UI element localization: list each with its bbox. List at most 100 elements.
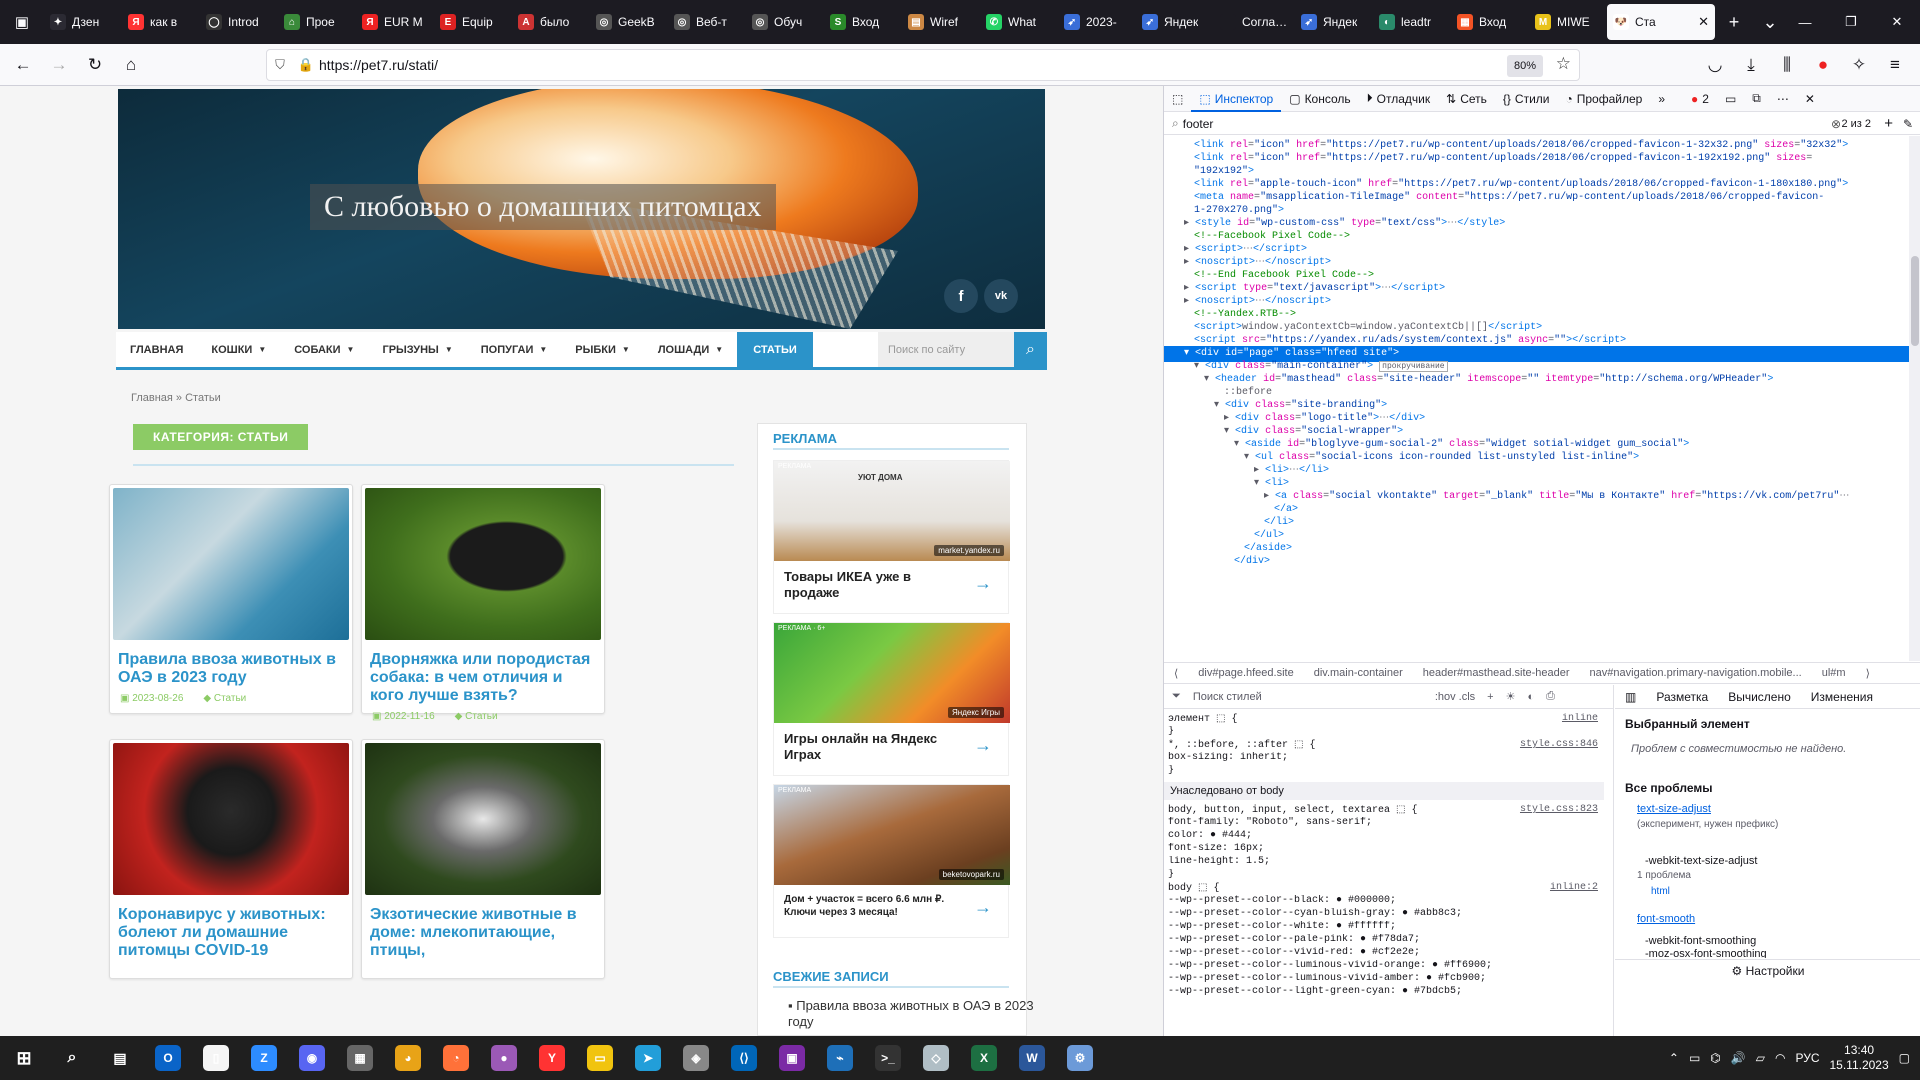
article-card[interactable]: Правила ввоза животных в ОАЭ в 2023 году… bbox=[109, 484, 353, 714]
close-icon[interactable]: ✕ bbox=[1874, 0, 1920, 44]
css-rule-line[interactable]: font-family: "Roboto", sans-serif; bbox=[1168, 817, 1598, 831]
taskbar-app-icon[interactable]: ⌁ bbox=[816, 1036, 864, 1080]
article-title[interactable]: Коронавирус у животных: болеют ли домашн… bbox=[110, 898, 352, 960]
print-icon[interactable]: ⎙ bbox=[1546, 690, 1555, 703]
taskbar-app-icon[interactable]: ⟨⟩ bbox=[720, 1036, 768, 1080]
menu-icon[interactable]: ≡ bbox=[1880, 50, 1910, 80]
browser-tab[interactable]: ◯ Introd bbox=[200, 4, 277, 40]
restore-icon[interactable]: ❐ bbox=[1828, 0, 1874, 44]
taskbar-app-icon[interactable]: ➤ bbox=[624, 1036, 672, 1080]
css-text[interactable]: color: ● #444; bbox=[1168, 830, 1252, 841]
url-text[interactable]: https://pet7.ru/stati/ bbox=[319, 57, 438, 73]
minimize-icon[interactable]: — bbox=[1782, 0, 1828, 44]
pseudo-class-toggles[interactable]: :hov .cls bbox=[1435, 691, 1475, 703]
arrow-right-icon[interactable]: → bbox=[974, 573, 992, 594]
article-title[interactable]: Правила ввоза животных в ОАЭ в 2023 году bbox=[110, 643, 352, 687]
css-rule-line[interactable]: box-sizing: inherit; bbox=[1168, 752, 1598, 766]
sidebar-tab[interactable]: Вычислено bbox=[1718, 690, 1801, 704]
notifications-icon[interactable]: ▢ bbox=[1899, 1051, 1910, 1065]
article-category[interactable]: ◆ Статьи bbox=[203, 693, 246, 704]
devtools-tab[interactable]: ⬚ Инспектор bbox=[1191, 86, 1281, 112]
menu-item[interactable]: ПОПУГАИ ▼ bbox=[467, 332, 562, 367]
browser-tab[interactable]: ◎ Веб-т bbox=[668, 4, 745, 40]
menu-item[interactable]: РЫБКИ ▼ bbox=[561, 332, 644, 367]
css-text[interactable]: font-family: "Roboto", sans-serif; bbox=[1168, 817, 1372, 828]
yandex-extension-icon[interactable]: ● bbox=[1808, 50, 1838, 80]
settings-button[interactable]: ⚙ Настройки bbox=[1615, 959, 1920, 981]
css-rule-line[interactable]: --wp--preset--color--light-green-cyan: ●… bbox=[1168, 986, 1598, 1000]
home-button[interactable]: ⌂ bbox=[116, 50, 146, 80]
rule-source-link[interactable]: style.css:846 bbox=[1520, 739, 1598, 750]
rule-source-link[interactable]: inline bbox=[1562, 713, 1598, 724]
browser-tab[interactable]: ➶ Яндек bbox=[1295, 4, 1372, 40]
menu-item-active[interactable]: СТАТЬИ bbox=[737, 332, 813, 367]
styles-filter-input[interactable]: Поиск стилей bbox=[1193, 691, 1423, 703]
all-issues-heading[interactable]: Все проблемы bbox=[1625, 781, 1712, 795]
browser-tab[interactable]: Абыло bbox=[512, 4, 589, 40]
forward-button[interactable]: → bbox=[44, 50, 74, 80]
wifi-icon[interactable]: ◠ bbox=[1775, 1051, 1785, 1065]
css-text[interactable]: элемент ⬚ { bbox=[1168, 714, 1237, 725]
eyedropper-icon[interactable]: ✎ bbox=[1903, 117, 1913, 131]
taskbar-app-icon[interactable]: ▣ bbox=[768, 1036, 816, 1080]
browser-tab[interactable]: M MIWE bbox=[1529, 4, 1606, 40]
browser-tab[interactable]: S Вход bbox=[824, 4, 901, 40]
issue-count[interactable]: 1 проблема bbox=[1637, 870, 1691, 881]
tray-app-icon[interactable]: ▭ bbox=[1689, 1051, 1700, 1065]
css-text[interactable]: --wp--preset--color--luminous-vivid-oran… bbox=[1168, 960, 1492, 971]
css-rule-line[interactable]: } bbox=[1168, 726, 1598, 740]
address-bar[interactable]: ⛉ 🔒 https://pet7.ru/stati/ 80% ☆ bbox=[266, 49, 1580, 81]
css-text[interactable]: font-size: 16px; bbox=[1168, 843, 1264, 854]
vk-icon[interactable]: vk bbox=[984, 279, 1018, 313]
error-count-badge[interactable]: ● 2 bbox=[1683, 86, 1717, 112]
close-tab-icon[interactable]: ✕ bbox=[1698, 14, 1709, 30]
css-text[interactable]: body ⬚ { bbox=[1168, 883, 1219, 894]
css-rule-line[interactable]: --wp--preset--color--pale-pink: ● #f78da… bbox=[1168, 934, 1598, 948]
browser-tab[interactable]: ▤ Wiref bbox=[902, 4, 979, 40]
taskbar-app-icon[interactable]: ◇ bbox=[912, 1036, 960, 1080]
article-thumbnail[interactable] bbox=[113, 743, 349, 895]
css-text[interactable]: --wp--preset--color--luminous-vivid-ambe… bbox=[1168, 973, 1486, 984]
layout-panel-icon[interactable]: ▥ bbox=[1615, 690, 1646, 704]
css-text[interactable]: } bbox=[1168, 765, 1174, 776]
recent-post-link[interactable]: ▪ Правила ввоза животных в ОАЭ в 2023 го… bbox=[788, 998, 1038, 1030]
reload-button[interactable]: ↻ bbox=[80, 50, 110, 80]
article-thumbnail[interactable] bbox=[365, 743, 601, 895]
article-title[interactable]: Дворняжка или породистая собака: в чем о… bbox=[362, 643, 604, 705]
scrollbar-thumb[interactable] bbox=[1911, 256, 1919, 346]
devtools-tab[interactable]: {} Стили bbox=[1495, 86, 1558, 112]
recent-post-title[interactable]: Правила ввоза животных в ОАЭ в 2023 году bbox=[788, 998, 1034, 1029]
dark-theme-icon[interactable]: ◐ bbox=[1527, 691, 1534, 703]
css-rule-line[interactable]: --wp--preset--color--luminous-vivid-ambe… bbox=[1168, 973, 1598, 987]
browser-tab[interactable]: ◎ GeekB bbox=[590, 4, 667, 40]
css-text[interactable]: body, button, input, select, textarea ⬚ … bbox=[1168, 805, 1418, 816]
search-button[interactable]: ⌕ bbox=[1014, 332, 1047, 367]
css-rule-line[interactable]: элемент ⬚ { inline bbox=[1168, 713, 1598, 727]
taskbar-app-icon[interactable]: ◔ bbox=[432, 1036, 480, 1080]
start-button[interactable]: ⊞ bbox=[0, 1036, 48, 1080]
browser-tab[interactable]: ◎ Обуч bbox=[746, 4, 823, 40]
bookmark-star-icon[interactable]: ☆ bbox=[1556, 54, 1571, 74]
css-text[interactable]: *, ::before, ::after ⬚ { bbox=[1168, 740, 1315, 751]
css-rule-line[interactable]: --wp--preset--color--luminous-vivid-oran… bbox=[1168, 960, 1598, 974]
css-rule-line[interactable]: --wp--preset--color--cyan-bluish-gray: ●… bbox=[1168, 908, 1598, 922]
issue-font-smooth[interactable]: font-smooth bbox=[1637, 913, 1695, 925]
browser-tab[interactable]: Я EUR M bbox=[356, 4, 433, 40]
css-text[interactable]: --wp--preset--color--cyan-bluish-gray: ●… bbox=[1168, 908, 1462, 919]
breadcrumb-node[interactable]: header#masthead.site-header bbox=[1413, 667, 1580, 679]
volume-icon[interactable]: 🔊 bbox=[1731, 1051, 1746, 1065]
css-rule-line[interactable]: } bbox=[1168, 765, 1598, 779]
tray-chevron-icon[interactable]: ⌃ bbox=[1669, 1051, 1679, 1065]
taskbar-app-icon[interactable]: >_ bbox=[864, 1036, 912, 1080]
element-picker-icon[interactable]: ⬚ bbox=[1164, 86, 1191, 112]
add-node-icon[interactable]: + bbox=[1884, 115, 1893, 132]
markup-scrollbar[interactable] bbox=[1909, 136, 1920, 661]
ad-block[interactable]: РЕКЛАМА beketovopark.ru Дом + участок = вс… bbox=[773, 784, 1010, 938]
breadcrumb-node[interactable]: div#page.hfeed.site bbox=[1188, 667, 1303, 679]
browser-tab[interactable]: ◐ leadtr bbox=[1373, 4, 1450, 40]
taskbar-app-icon[interactable]: ▦ bbox=[336, 1036, 384, 1080]
css-text[interactable]: --wp--preset--color--light-green-cyan: ●… bbox=[1168, 986, 1462, 997]
clear-search-icon[interactable]: ⊗ bbox=[1831, 117, 1841, 131]
article-thumbnail[interactable] bbox=[113, 488, 349, 640]
site-tagline[interactable]: С любовью о домашних питомцах bbox=[310, 184, 776, 230]
